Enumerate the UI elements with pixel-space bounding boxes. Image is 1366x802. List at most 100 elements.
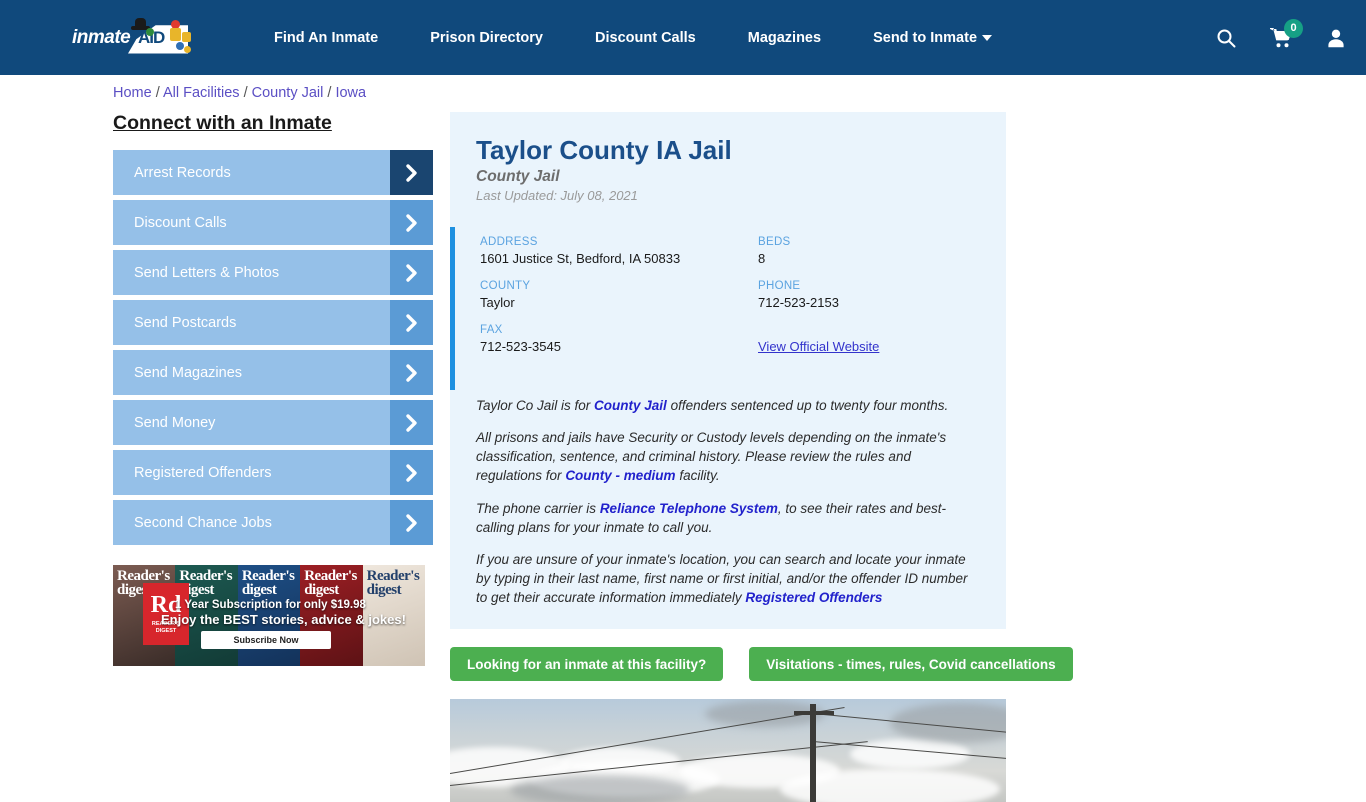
sidebar-item-send-letters-photos[interactable]: Send Letters & Photos xyxy=(113,250,433,295)
site-header: inmate AID Find An Inmate Prison Directo… xyxy=(0,0,1366,75)
sidebar-item-arrest-records[interactable]: Arrest Records xyxy=(113,150,433,195)
visitations-button[interactable]: Visitations - times, rules, Covid cancel… xyxy=(749,647,1073,682)
info-label-beds: BEDS xyxy=(758,236,791,248)
info-value-phone: 712-523-2153 xyxy=(758,295,839,310)
info-address: ADDRESS 1601 Justice St, Bedford, IA 508… xyxy=(480,236,758,266)
site-logo[interactable]: inmate AID xyxy=(72,16,192,60)
facility-info-grid: ADDRESS 1601 Justice St, Bedford, IA 508… xyxy=(455,236,1006,368)
logo-figure-yellow3-icon xyxy=(184,45,191,53)
breadcrumb-separator: / xyxy=(155,85,160,101)
sidebar-item-send-postcards[interactable]: Send Postcards xyxy=(113,300,433,345)
facility-description: Taylor Co Jail is for County Jail offend… xyxy=(450,390,1006,629)
chevron-right-icon xyxy=(390,450,433,495)
nav-magazines[interactable]: Magazines xyxy=(748,30,821,46)
logo-wordmark: inmate xyxy=(72,26,131,48)
cart-icon[interactable]: 0 xyxy=(1270,18,1303,48)
last-updated: Last Updated: July 08, 2021 xyxy=(476,188,638,203)
link-reliance-telephone-system[interactable]: Reliance Telephone System xyxy=(600,501,778,516)
looking-for-inmate-button[interactable]: Looking for an inmate at this facility? xyxy=(450,647,724,682)
info-label-address: ADDRESS xyxy=(480,236,538,248)
chevron-down-icon xyxy=(982,34,993,41)
sidebar-item-label: Send Magazines xyxy=(134,364,243,381)
facility-photo xyxy=(450,699,1006,802)
breadcrumb-separator: / xyxy=(327,85,332,101)
chevron-right-icon xyxy=(390,200,433,245)
sidebar-heading: Connect with an Inmate xyxy=(113,112,332,134)
nav-discount-calls[interactable]: Discount Calls xyxy=(595,30,696,46)
page-title: Taylor County IA Jail xyxy=(476,135,732,165)
user-account-icon[interactable] xyxy=(1326,28,1346,48)
link-county-jail[interactable]: County Jail xyxy=(594,398,667,413)
info-value-fax: 712-523-3545 xyxy=(480,339,561,354)
ad-headline: 1 Year Subscription for only $19.98 xyxy=(175,599,366,611)
facility-card: Taylor County IA Jail County Jail Last U… xyxy=(450,112,1006,630)
sidebar-item-label: Send Money xyxy=(134,414,216,431)
info-label-fax: FAX xyxy=(480,324,503,336)
cta-button-row: Looking for an inmate at this facility? … xyxy=(450,647,1073,682)
nav-find-an-inmate[interactable]: Find An Inmate xyxy=(274,30,378,46)
chevron-right-icon xyxy=(390,250,433,295)
info-label-phone: PHONE xyxy=(758,280,801,292)
info-fax: FAX 712-523-3545 xyxy=(480,324,758,354)
breadcrumb-item-all-facilities[interactable]: All Facilities xyxy=(163,85,240,101)
facility-info-section: ADDRESS 1601 Justice St, Bedford, IA 508… xyxy=(450,227,1006,390)
breadcrumb-item-county-jail[interactable]: County Jail xyxy=(252,85,324,101)
cloud-shape-dark xyxy=(510,775,690,802)
sidebar-item-label: Send Letters & Photos xyxy=(134,264,280,281)
cloud-shape xyxy=(850,739,970,770)
sidebar: Connect with an Inmate Arrest Records Di… xyxy=(113,112,433,550)
chevron-right-icon xyxy=(390,150,433,195)
info-value-beds: 8 xyxy=(758,251,766,266)
sidebar-item-discount-calls[interactable]: Discount Calls xyxy=(113,200,433,245)
nav-send-to-inmate-label: Send to Inmate xyxy=(873,29,978,46)
info-beds: BEDS 8 xyxy=(758,236,1006,266)
search-icon[interactable] xyxy=(1216,28,1236,48)
nav-send-to-inmate[interactable]: Send to Inmate xyxy=(873,29,993,46)
ad-cover-title: Reader's digest xyxy=(241,568,295,599)
chevron-right-icon xyxy=(390,350,433,395)
header-icon-group: 0 xyxy=(1216,0,1346,75)
logo-figure-yellow2-icon xyxy=(182,31,191,42)
ad-subscribe-button[interactable]: Subscribe Now xyxy=(201,631,331,649)
p3-text-a: The phone carrier is xyxy=(476,500,600,516)
link-registered-offenders[interactable]: Registered Offenders xyxy=(745,590,882,605)
facility-type: County Jail xyxy=(476,168,560,185)
advertisement-banner[interactable]: Reader's digest Reader's digest Reader's… xyxy=(113,565,425,666)
info-value-county: Taylor xyxy=(480,295,515,310)
sidebar-item-registered-offenders[interactable]: Registered Offenders xyxy=(113,450,433,495)
sidebar-item-label: Second Chance Jobs xyxy=(134,514,272,531)
breadcrumb-item-home[interactable]: Home xyxy=(113,85,152,101)
sidebar-item-label: Discount Calls xyxy=(134,214,227,231)
breadcrumb-item-iowa[interactable]: Iowa xyxy=(335,85,366,101)
info-website: View Official Website xyxy=(758,324,1006,354)
info-county: COUNTY Taylor xyxy=(480,280,758,310)
chevron-right-icon xyxy=(390,300,433,345)
info-label-county: COUNTY xyxy=(480,280,531,292)
sidebar-item-second-chance-jobs[interactable]: Second Chance Jobs xyxy=(113,500,433,545)
cloud-shape-dark xyxy=(890,703,1006,744)
p1-text-b: offenders sentenced up to twenty four mo… xyxy=(666,398,949,413)
p2-text-b: facility. xyxy=(675,468,720,484)
info-label-website-spacer xyxy=(758,324,1006,336)
sidebar-item-send-magazines[interactable]: Send Magazines xyxy=(113,350,433,395)
logo-figure-blue-icon xyxy=(176,41,184,50)
sidebar-item-send-money[interactable]: Send Money xyxy=(113,400,433,445)
chevron-right-icon xyxy=(390,400,433,445)
p4-text-a: If you are unsure of your inmate's locat… xyxy=(476,551,968,606)
logo-figure-green-icon xyxy=(146,27,154,36)
ad-cover-title: Reader's digest xyxy=(304,568,357,599)
link-county-medium[interactable]: County - medium xyxy=(565,468,675,483)
info-phone: PHONE 712-523-2153 xyxy=(758,280,1006,310)
info-value-address: 1601 Justice St, Bedford, IA 50833 xyxy=(480,251,681,266)
nav-prison-directory[interactable]: Prison Directory xyxy=(430,30,543,46)
description-paragraph-1: Taylor Co Jail is for County Jail offend… xyxy=(476,396,980,415)
sidebar-item-label: Registered Offenders xyxy=(134,464,272,481)
description-paragraph-3: The phone carrier is Reliance Telephone … xyxy=(476,499,980,537)
logo-figure-yellow-icon xyxy=(170,27,181,41)
view-official-website-link[interactable]: View Official Website xyxy=(758,339,879,354)
main-content: Taylor County IA Jail County Jail Last U… xyxy=(450,112,1073,802)
ad-subheadline: Enjoy the BEST stories, advice & jokes! xyxy=(161,612,406,627)
ad-cover-title: Reader's digest xyxy=(366,568,420,599)
breadcrumb: Home / All Facilities / County Jail / Io… xyxy=(113,85,366,101)
sidebar-item-label: Arrest Records xyxy=(134,164,231,181)
